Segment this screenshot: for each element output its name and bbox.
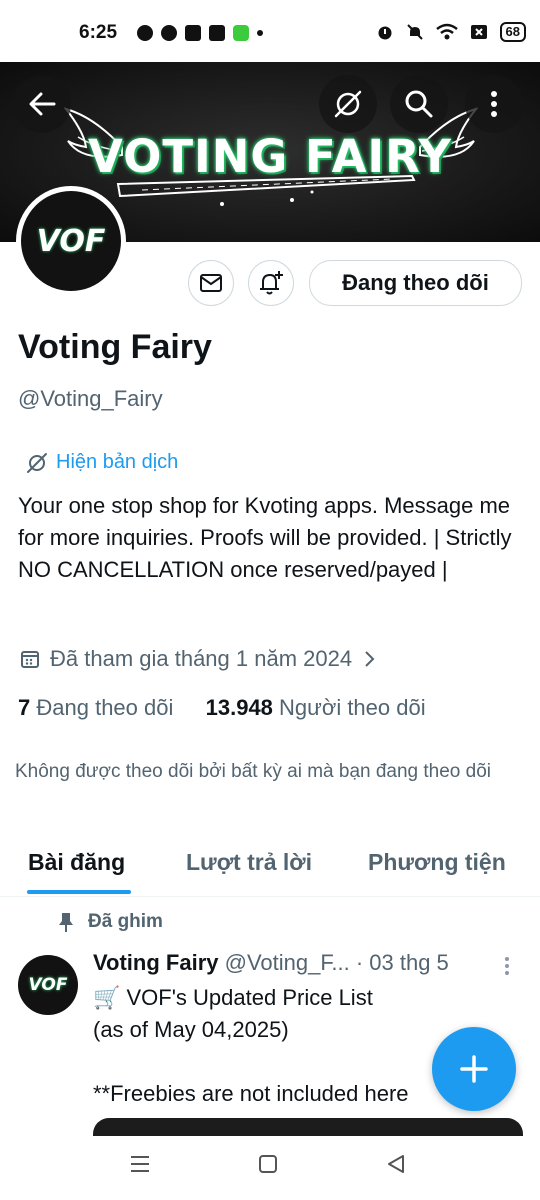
more-notifications-icon [257,30,263,36]
profile-tabs: Bài đăng Lượt trả lời Phương tiện [0,835,540,895]
app-notification-icon [233,25,249,41]
no-sim-icon [470,25,487,39]
chevron-right-icon [365,651,375,667]
plus-icon [460,1055,488,1083]
calendar-icon [21,651,39,668]
status-time: 6:25 [79,22,118,43]
tab-posts[interactable]: Bài đăng [28,849,125,876]
compose-button[interactable] [432,1027,516,1111]
join-date-text: Đã tham gia tháng 1 năm 2024 [50,646,353,671]
pinned-label: Đã ghim [88,911,163,932]
pin-icon [59,913,73,932]
following-button[interactable]: Đang theo dõi [309,260,522,306]
grok-icon [334,90,362,118]
triangle-back-icon [388,1155,404,1173]
active-tab-indicator [27,890,131,894]
more-options-button[interactable] [465,75,523,133]
post-date[interactable]: · 03 thg 5 [356,950,449,975]
tabs-divider [0,896,540,897]
system-navigation-bar [0,1136,540,1200]
mail-icon [200,274,222,292]
pinned-indicator: Đã ghim [58,911,163,933]
square-icon [259,1155,277,1173]
notification-icons [137,25,263,41]
followers-count-link[interactable]: 13.948 Người theo dõi [206,695,426,720]
alarm-icon [378,26,392,40]
messenger-icon [161,25,177,41]
follow-counts: 7 Đang theo dõi 13.948 Người theo dõi [18,695,426,721]
search-icon [405,90,433,118]
message-button[interactable] [188,260,234,306]
search-button[interactable] [390,75,448,133]
post-author-avatar[interactable]: VOF [18,955,78,1015]
back-nav-button[interactable] [386,1154,406,1179]
post-header: Voting Fairy @Voting_F... · 03 thg 5 [93,950,449,976]
home-button[interactable] [258,1154,278,1179]
bell-plus-icon [260,271,283,295]
recent-apps-button[interactable] [129,1154,151,1179]
tab-media[interactable]: Phương tiện [368,849,506,876]
profile-avatar[interactable]: VOF [16,186,126,296]
system-icons: 68 [376,22,526,42]
profile-bio: Your one stop shop for Kvoting apps. Mes… [18,493,512,582]
shopee-icon [209,25,225,41]
grok-button[interactable] [319,75,377,133]
followers-label: Người theo dõi [279,695,426,720]
profile-handle: @Voting_Fairy [18,386,163,411]
following-count: 7 [18,695,31,720]
post-author-name[interactable]: Voting Fairy [93,950,219,975]
show-translation-label: Hiện bản dịch [56,451,179,473]
following-count-link[interactable]: 7 Đang theo dõi [18,695,173,720]
join-date[interactable]: Đã tham gia tháng 1 năm 2024 [20,646,376,672]
notifications-button[interactable] [248,260,294,306]
avatar-image: VOF [21,191,121,291]
mute-icon [406,24,423,40]
followers-count: 13.948 [205,695,273,720]
post-author-handle[interactable]: @Voting_F... [225,950,350,975]
show-translation-link[interactable]: Hiện bản dịch [26,451,178,474]
arrow-left-icon [29,92,56,116]
post-more-button[interactable] [504,956,510,981]
avatar-logo-text: VOF [36,223,106,259]
following-label: Đang theo dõi [36,695,174,720]
more-vertical-icon [505,957,509,975]
facebook-icon [137,25,153,41]
post-avatar-logo-text: VOF [28,975,68,995]
back-button[interactable] [13,75,71,133]
tab-replies[interactable]: Lượt trả lời [186,849,312,876]
instagram-icon [185,25,201,41]
wand-decoration [116,174,416,206]
grok-translate-icon [27,452,47,473]
wifi-icon [435,23,458,40]
profile-name: Voting Fairy [18,328,212,366]
more-vertical-icon [491,91,497,117]
not-followed-by-text: Không được theo dõi bởi bất kỳ ai mà bạn… [15,761,492,782]
status-bar: 6:25 68 [0,0,540,62]
menu-lines-icon [131,1156,149,1172]
battery-indicator: 68 [499,22,526,42]
